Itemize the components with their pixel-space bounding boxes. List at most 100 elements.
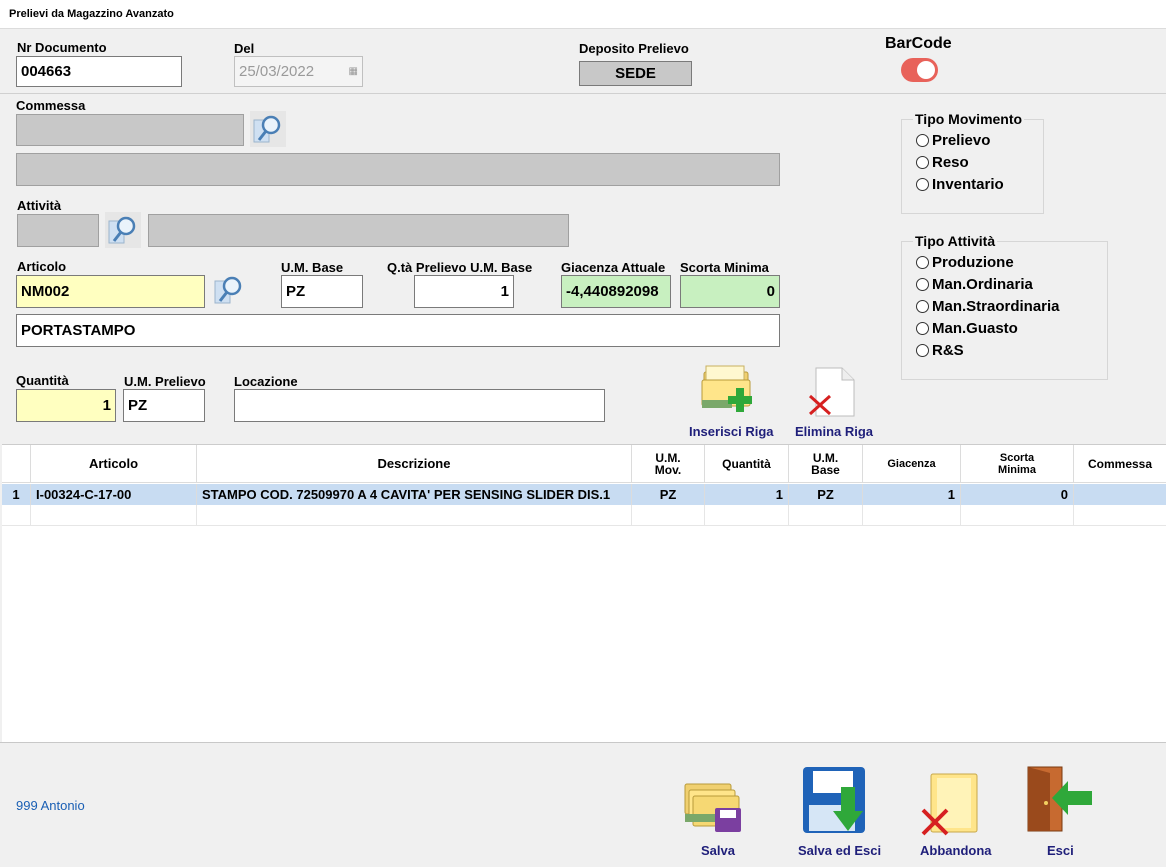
elimina-riga-button[interactable] — [806, 366, 858, 418]
attivita-search-button[interactable] — [105, 212, 141, 248]
salva-esci-label[interactable]: Salva ed Esci — [798, 843, 881, 858]
save-download-icon — [803, 767, 865, 833]
radio-label: Prelievo — [932, 132, 991, 149]
um-prelievo-field[interactable]: PZ — [123, 389, 205, 422]
radio-button[interactable] — [916, 278, 929, 291]
scorta-label: Scorta Minima — [680, 260, 769, 275]
col-header-descrizione[interactable]: Descrizione — [197, 445, 632, 483]
barcode-toggle[interactable] — [901, 58, 938, 82]
inserisci-riga-button[interactable] — [696, 362, 760, 414]
giacenza-label: Giacenza Attuale — [561, 260, 666, 275]
radio-label: Man.Guasto — [932, 320, 1018, 337]
search-icon — [108, 216, 136, 244]
radio-button[interactable] — [916, 256, 929, 269]
empty-cell[interactable] — [632, 505, 705, 526]
radio-inventario[interactable]: Inventario — [916, 176, 1004, 193]
radio-label: Reso — [932, 154, 969, 171]
empty-cell[interactable] — [31, 505, 197, 526]
righe-grid[interactable]: Articolo Descrizione U.M. Mov. Quantità … — [2, 444, 1166, 742]
radio-reso[interactable]: Reso — [916, 154, 969, 171]
cell-quantita[interactable]: 1 — [705, 484, 789, 505]
col-header-quantita[interactable]: Quantità — [705, 445, 789, 483]
commessa-search-button[interactable] — [250, 111, 286, 147]
cell-scorta-minima[interactable]: 0 — [961, 484, 1074, 505]
empty-cell[interactable] — [2, 505, 31, 526]
commessa-label: Commessa — [16, 98, 86, 113]
radio-man-straordinaria[interactable]: Man.Straordinaria — [916, 298, 1060, 315]
empty-cell[interactable] — [789, 505, 863, 526]
cell-um-base[interactable]: PZ — [789, 484, 863, 505]
radio-button[interactable] — [916, 344, 929, 357]
um-base-field[interactable]: PZ — [281, 275, 363, 308]
tipo-attivita-title: Tipo Attività — [913, 233, 998, 249]
row-number[interactable]: 1 — [2, 484, 31, 505]
empty-cell[interactable] — [863, 505, 961, 526]
empty-cell[interactable] — [197, 505, 632, 526]
radio-produzione[interactable]: Produzione — [916, 254, 1014, 271]
esci-label[interactable]: Esci — [1047, 843, 1074, 858]
empty-cell[interactable] — [705, 505, 789, 526]
search-icon — [253, 115, 281, 143]
empty-cell[interactable] — [1074, 505, 1166, 526]
deposito-field: SEDE — [579, 61, 692, 86]
scorta-field: 0 — [680, 275, 780, 308]
elimina-riga-label[interactable]: Elimina Riga — [795, 424, 873, 439]
radio-button[interactable] — [916, 322, 929, 335]
barcode-label: BarCode — [885, 35, 952, 52]
radio-label: R&S — [932, 342, 964, 359]
abbandona-label[interactable]: Abbandona — [920, 843, 992, 858]
articolo-label: Articolo — [17, 259, 67, 274]
radio-prelievo[interactable]: Prelievo — [916, 132, 990, 149]
articolo-description-field[interactable]: PORTASTAMPO — [16, 314, 780, 347]
folder-add-icon — [701, 365, 752, 412]
cell-articolo[interactable]: I-00324-C-17-00 — [31, 484, 197, 505]
radio-r-s[interactable]: R&S — [916, 342, 964, 359]
um-prelievo-label: U.M. Prelievo — [124, 374, 206, 389]
salva-label[interactable]: Salva — [701, 843, 735, 858]
radio-button[interactable] — [916, 134, 929, 147]
empty-cell[interactable] — [961, 505, 1074, 526]
nr-documento-field[interactable]: 004663 — [16, 56, 182, 87]
cell-commessa[interactable] — [1074, 484, 1166, 505]
radio-button[interactable] — [916, 178, 929, 191]
locazione-field[interactable] — [234, 389, 605, 422]
giacenza-field: -4,440892098 — [561, 275, 671, 308]
articolo-search-button[interactable] — [212, 273, 246, 307]
window-title: Prelievi da Magazzino Avanzato — [9, 8, 174, 20]
cell-um-mov[interactable]: PZ — [632, 484, 705, 505]
commessa-code-field — [16, 114, 244, 146]
qta-prelievo-field[interactable]: 1 — [414, 275, 514, 308]
salva-button[interactable] — [681, 774, 747, 834]
salva-esci-button[interactable] — [801, 765, 871, 835]
inserisci-riga-label[interactable]: Inserisci Riga — [689, 424, 774, 439]
abbandona-button[interactable] — [921, 772, 981, 836]
radio-button[interactable] — [916, 156, 929, 169]
col-header-giacenza[interactable]: Giacenza — [863, 445, 961, 483]
delete-document-icon — [808, 367, 855, 417]
save-folders-icon — [684, 783, 741, 832]
del-label: Del — [234, 41, 255, 56]
radio-man-guasto[interactable]: Man.Guasto — [916, 320, 1018, 337]
del-date-field[interactable]: 25/03/2022 ▦ — [234, 56, 363, 87]
del-date-value: 25/03/2022 — [239, 63, 315, 80]
um-base-label: U.M. Base — [281, 260, 344, 275]
radio-man-ordinaria[interactable]: Man.Ordinaria — [916, 276, 1033, 293]
articolo-field[interactable]: NM002 — [16, 275, 205, 308]
exit-door-icon — [1027, 766, 1092, 832]
radio-label: Produzione — [932, 254, 1014, 271]
calendar-icon[interactable]: ▦ — [349, 66, 358, 77]
col-header-um-mov[interactable]: U.M. Mov. — [632, 445, 705, 483]
esci-button[interactable] — [1026, 765, 1094, 833]
col-header-commessa[interactable]: Commessa — [1074, 445, 1166, 483]
cell-descrizione[interactable]: STAMPO COD. 72509970 A 4 CAVITA' PER SEN… — [197, 484, 632, 505]
col-header-um-base[interactable]: U.M. Base — [789, 445, 863, 483]
grid-row-header — [2, 445, 31, 483]
window-titlebar: Prelievi da Magazzino Avanzato — [0, 0, 1166, 29]
current-user: 999 Antonio — [16, 798, 85, 813]
radio-button[interactable] — [916, 300, 929, 313]
col-header-articolo[interactable]: Articolo — [31, 445, 197, 483]
col-header-scorta-minima[interactable]: Scorta Minima — [961, 445, 1074, 483]
search-icon — [214, 276, 242, 304]
cell-giacenza[interactable]: 1 — [863, 484, 961, 505]
quantita-field[interactable]: 1 — [16, 389, 116, 422]
